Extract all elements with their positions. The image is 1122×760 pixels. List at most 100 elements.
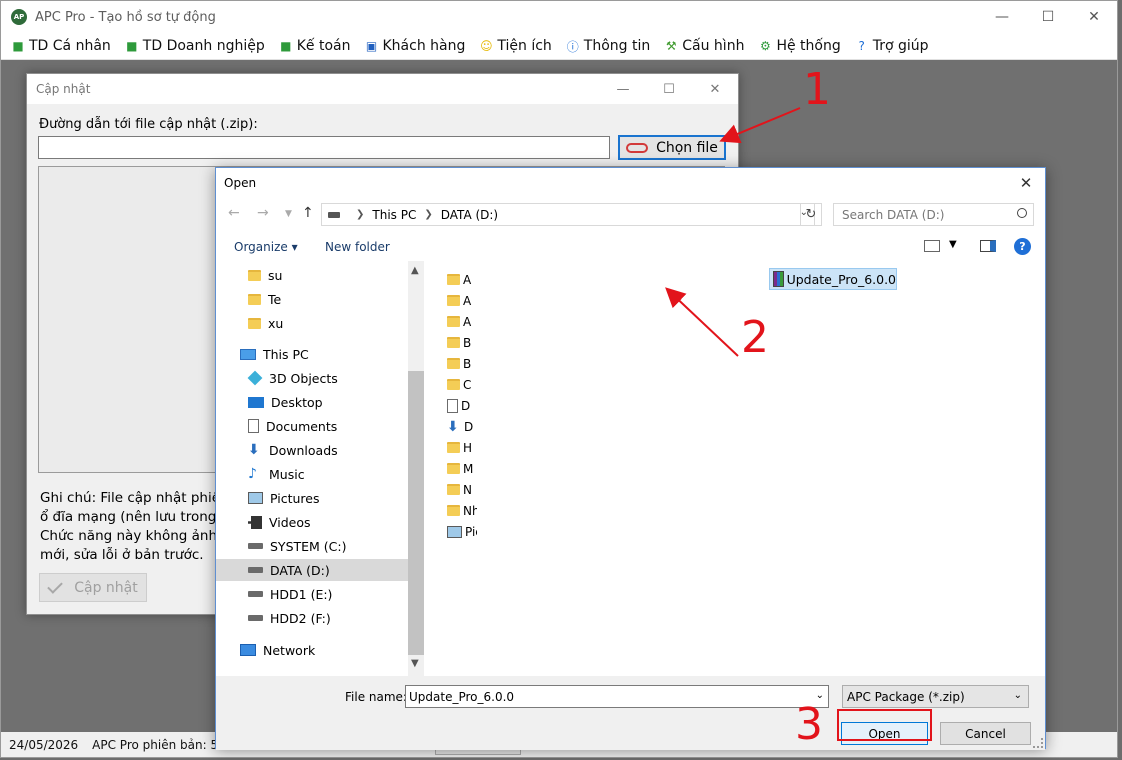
navigation-bar: ← → ▼ ↑ ❯ This PC ❯ DATA (D:) ⌄ ↻ Search… xyxy=(216,202,1045,228)
nav-item-1[interactable]: Te xyxy=(216,288,408,310)
nav-item-9[interactable]: Pictures xyxy=(216,487,408,509)
back-arrow-icon[interactable]: ← xyxy=(228,205,240,221)
file-item-label: A xyxy=(463,293,472,308)
path-input[interactable] xyxy=(38,136,610,159)
scroll-up-icon[interactable]: ▲ xyxy=(411,265,419,276)
drive-icon xyxy=(248,615,263,621)
menu-item-5[interactable]: ⓘ Thông tin xyxy=(566,38,650,54)
menu-item-8[interactable]: ? Trợ giúp xyxy=(855,38,929,54)
file-item-label: B xyxy=(463,335,472,350)
nav-item-11[interactable]: SYSTEM (C:) xyxy=(216,535,408,557)
menu-item-label: Thông tin xyxy=(583,38,651,54)
file-item[interactable]: H xyxy=(447,437,477,458)
address-bar[interactable]: ❯ This PC ❯ DATA (D:) ⌄ xyxy=(321,203,815,226)
choose-file-button[interactable]: Chọn file xyxy=(618,135,726,160)
nav-item-2[interactable]: xu xyxy=(216,312,408,334)
nav-item-4[interactable]: 3D Objects xyxy=(216,367,408,389)
nav-scrollbar[interactable]: ▲ ▼ xyxy=(408,261,424,676)
folder-icon xyxy=(447,484,460,495)
up-arrow-icon[interactable]: ↑ xyxy=(302,205,314,221)
annotation-highlight-open xyxy=(837,709,932,741)
nav-item-13[interactable]: HDD1 (E:) xyxy=(216,583,408,605)
view-options-icon[interactable] xyxy=(924,240,940,252)
chevron-down-icon[interactable]: ▼ xyxy=(949,239,957,250)
file-item-label: D xyxy=(464,419,474,434)
nav-item-6[interactable]: Documents xyxy=(216,415,408,437)
download-icon: ⬇ xyxy=(248,442,260,458)
file-item[interactable]: B xyxy=(447,353,477,374)
file-item-label: B xyxy=(463,356,472,371)
minimize-button[interactable]: — xyxy=(979,1,1025,33)
file-item[interactable]: N xyxy=(447,479,477,500)
open-dialog-close-button[interactable]: ✕ xyxy=(1011,168,1041,198)
search-input[interactable]: Search DATA (D:) xyxy=(833,203,1034,226)
file-item[interactable]: D xyxy=(447,395,477,416)
update-maximize-button[interactable]: ☐ xyxy=(646,74,692,104)
file-item[interactable]: M xyxy=(447,458,477,479)
menu-item-3[interactable]: ▣ Khách hàng xyxy=(365,38,466,54)
file-item[interactable]: B xyxy=(447,332,477,353)
update-minimize-button[interactable]: — xyxy=(600,74,646,104)
open-dialog-titlebar: Open ✕ xyxy=(216,168,1045,198)
forward-arrow-icon[interactable]: → xyxy=(257,205,269,221)
file-item[interactable]: C xyxy=(447,374,477,395)
menu-item-label: TD Cá nhân xyxy=(29,38,111,54)
nav-item-12[interactable]: DATA (D:) xyxy=(216,559,408,581)
document-icon xyxy=(447,398,458,413)
file-item[interactable]: Nh xyxy=(447,500,477,521)
close-button[interactable]: ✕ xyxy=(1071,1,1117,33)
menu-item-4[interactable]: ☺ Tiện ích xyxy=(479,38,552,54)
update-button[interactable]: Cập nhật xyxy=(39,573,147,602)
menu-item-6[interactable]: ⚒ Cấu hình xyxy=(664,38,745,54)
update-close-button[interactable]: ✕ xyxy=(692,74,738,104)
recent-chevron-icon[interactable]: ▼ xyxy=(285,209,292,219)
menu-item-label: Tiện ích xyxy=(497,38,552,54)
music-icon: ♪ xyxy=(248,466,257,482)
nav-item-7[interactable]: ⬇ Downloads xyxy=(216,439,408,461)
nav-item-10[interactable]: Videos xyxy=(216,511,408,533)
cancel-button[interactable]: Cancel xyxy=(940,722,1031,745)
menu-item-label: Kế toán xyxy=(296,38,351,54)
new-folder-button[interactable]: New folder xyxy=(325,240,390,254)
breadcrumb-data-drive[interactable]: DATA (D:) xyxy=(441,208,498,222)
nav-item-label: SYSTEM (C:) xyxy=(270,538,347,554)
folder-icon xyxy=(447,316,460,327)
menu-item-0[interactable]: ■ TD Cá nhân xyxy=(11,38,111,54)
menu-item-7[interactable]: ⚙ Hệ thống xyxy=(758,38,841,54)
nav-item-15[interactable]: Network xyxy=(216,639,408,661)
nav-item-8[interactable]: ♪ Music xyxy=(216,463,408,485)
note-line: ổ đĩa mạng (nên lưu trong ổ xyxy=(40,509,220,525)
breadcrumb-this-pc[interactable]: This PC xyxy=(372,208,416,222)
file-item[interactable]: A xyxy=(447,290,477,311)
filetype-select[interactable]: APC Package (*.zip) ⌄ xyxy=(842,685,1029,708)
maximize-button[interactable]: ☐ xyxy=(1025,1,1071,33)
menu-item-2[interactable]: ■ Kế toán xyxy=(279,38,351,54)
nav-item-3[interactable]: This PC xyxy=(216,343,408,365)
menu-item-1[interactable]: ■ TD Doanh nghiệp xyxy=(125,38,265,54)
nav-item-0[interactable]: su xyxy=(216,264,408,286)
file-item[interactable]: ⬇ D xyxy=(447,416,477,437)
scrollbar-thumb[interactable] xyxy=(408,371,424,655)
nav-item-label: su xyxy=(268,267,283,283)
file-list: Update_Pro_6.0.0 AAABBCD⬇DHMNNhPic xyxy=(424,261,1046,676)
breadcrumb-separator-icon: ❯ xyxy=(424,209,433,220)
filename-value: Update_Pro_6.0.0 xyxy=(409,689,515,704)
organize-button[interactable]: Organize ▾ xyxy=(234,240,298,254)
resize-grip-icon[interactable] xyxy=(1033,738,1043,748)
preview-pane-icon[interactable] xyxy=(980,240,996,252)
help-icon[interactable]: ? xyxy=(1014,238,1031,255)
filename-input[interactable]: Update_Pro_6.0.0 ⌄ xyxy=(405,685,829,708)
menu-item-label: Hệ thống xyxy=(776,38,841,54)
file-item[interactable]: A xyxy=(447,269,477,290)
briefcase-icon: ■ xyxy=(280,39,292,53)
nav-item-label: Downloads xyxy=(269,442,338,458)
scroll-down-icon[interactable]: ▼ xyxy=(411,658,419,669)
file-item[interactable]: A xyxy=(447,311,477,332)
nav-item-14[interactable]: HDD2 (F:) xyxy=(216,607,408,629)
refresh-icon[interactable]: ↻ xyxy=(800,203,822,226)
navigation-pane: su Te xu This PC 3D Objects Desktop Documents ⬇… xyxy=(216,261,423,676)
selected-file-item[interactable]: Update_Pro_6.0.0 xyxy=(769,268,897,290)
file-item[interactable]: Pic xyxy=(447,521,477,542)
nav-item-5[interactable]: Desktop xyxy=(216,391,408,413)
file-item-label: H xyxy=(463,440,473,455)
